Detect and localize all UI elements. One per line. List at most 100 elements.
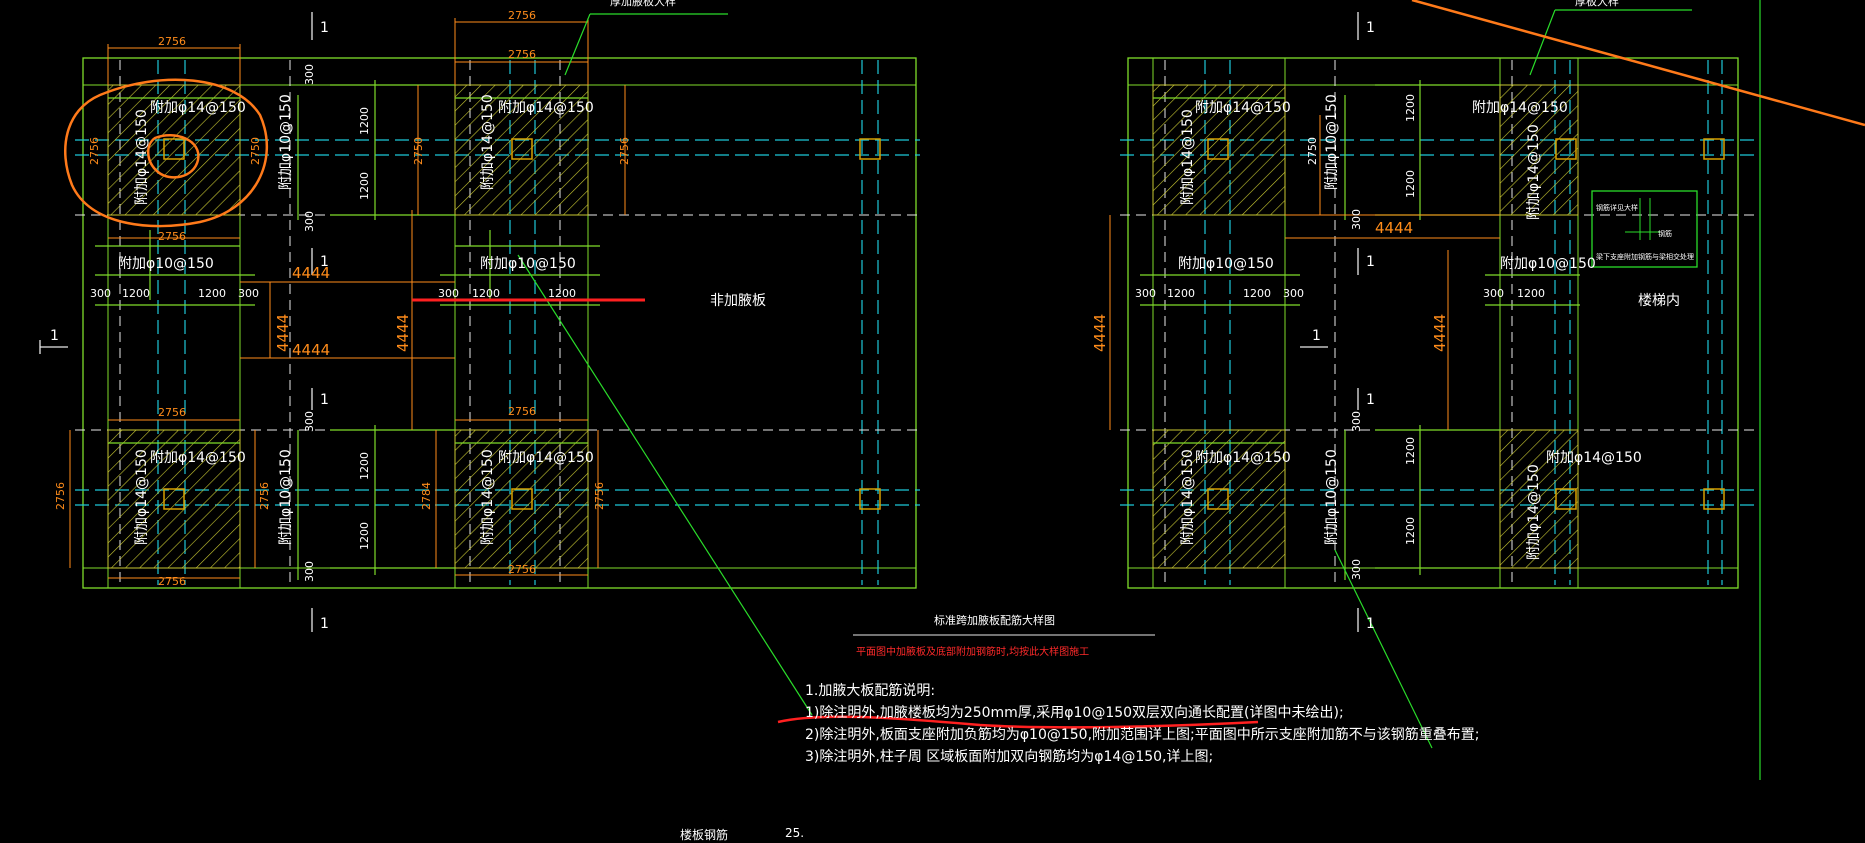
rebar-label: 附加φ14@150 (1472, 100, 1568, 116)
dim-4444: 4444 (274, 314, 292, 352)
rebar-label: 附加φ14@150 (480, 449, 496, 545)
dim-2756: 2756 (158, 35, 186, 48)
note-line: 1.加腋大板配筋说明: (805, 683, 936, 699)
rebar-label: 附加φ14@150 (498, 100, 594, 116)
section-mark: 1 (1312, 328, 1321, 344)
plan-subtitle: 平面图中加腋板及底部附加钢筋时,均按此大样图施工 (856, 647, 1090, 658)
dim-2750: 2750 (249, 137, 262, 165)
dim-2756: 2756 (54, 482, 67, 510)
left-plan: 2756 2756 2756 2756 2756 2756 2756 2756 … (39, 0, 920, 716)
rebar-label: 附加φ10@150 (480, 256, 576, 272)
dim-300: 300 (303, 561, 316, 582)
note-line: 2)除注明外,板面支座附加负筋均为φ10@150,附加范围详上图;平面图中所示支… (805, 727, 1480, 743)
detail-box: 钢筋详见大样 钢筋 梁下支座附加钢筋与梁相交处理 (1591, 190, 1698, 268)
plan-title: 标准跨加腋板配筋大样图 (934, 614, 1055, 627)
dim-2756: 2756 (158, 230, 186, 243)
section-mark: 1 (320, 392, 329, 408)
rebar-label: 附加φ14@150 (150, 450, 246, 466)
dim-300: 300 (303, 411, 316, 432)
dim-1200: 1200 (358, 107, 371, 135)
dim-4444: 4444 (292, 341, 330, 359)
dim-4444: 4444 (1375, 219, 1413, 237)
rebar-label: 附加φ14@150 (134, 449, 150, 545)
leader-label: 厚加腋板大样 (610, 0, 676, 8)
rebar-label: 附加φ10@150 (1324, 94, 1340, 190)
rebar-label: 附加φ10@150 (1324, 449, 1340, 545)
dim-300: 300 (1350, 209, 1363, 230)
dim-1200: 1200 (1404, 170, 1417, 198)
dim-4444: 4444 (1091, 314, 1109, 352)
dim-300: 300 (1283, 287, 1304, 300)
rebar-label: 附加φ14@150 (498, 450, 594, 466)
dim-2756: 2756 (158, 406, 186, 419)
dim-2756: 2756 (258, 482, 271, 510)
dim-4444: 4444 (394, 314, 412, 352)
dim-300: 300 (1350, 559, 1363, 580)
left-hatch-zones (107, 84, 589, 569)
dim-1200: 1200 (548, 287, 576, 300)
notes-block: 1.加腋大板配筋说明: 1)除注明外,加腋楼板均为250mm厚,采用φ10@15… (805, 680, 1479, 768)
dim-300: 300 (1135, 287, 1156, 300)
section-mark: 1 (1366, 616, 1375, 632)
dim-300: 300 (303, 211, 316, 232)
dim-2756: 2756 (508, 48, 536, 61)
note-line: 3)除注明外,柱子周 区域板面附加双向钢筋均为φ14@150,详上图; (805, 749, 1214, 765)
section-mark: 1 (1366, 392, 1375, 408)
section-mark: 1 (320, 616, 329, 632)
section-mark: 1 (320, 254, 329, 270)
rebar-label: 附加φ10@150 (1500, 256, 1596, 272)
dim-1200: 1200 (1243, 287, 1271, 300)
dim-2750: 2750 (1306, 137, 1319, 165)
dim-2784: 2784 (420, 482, 433, 510)
rebar-label: 附加φ14@150 (150, 100, 246, 116)
rebar-label: 附加φ14@150 (1526, 124, 1542, 220)
dim-2756: 2756 (88, 137, 101, 165)
dim-2756: 2756 (158, 575, 186, 588)
detail-box-mid-text: 钢筋 (1658, 229, 1672, 238)
section-mark: 1 (50, 328, 59, 344)
rebar-label: 附加φ14@150 (480, 94, 496, 190)
rebar-label: 附加φ14@150 (1526, 464, 1542, 560)
dim-2756: 2756 (593, 482, 606, 510)
dim-1200: 1200 (1167, 287, 1195, 300)
rebar-label: 附加φ14@150 (1546, 450, 1642, 466)
dim-2756: 2756 (508, 9, 536, 22)
rebar-label: 附加φ14@150 (1180, 109, 1196, 205)
section-mark: 1 (1366, 20, 1375, 36)
section-mark: 1 (1366, 254, 1375, 270)
dim-300: 300 (90, 287, 111, 300)
dim-2756: 2756 (618, 137, 631, 165)
dim-1200: 1200 (358, 522, 371, 550)
dim-1200: 1200 (1404, 94, 1417, 122)
stair-inner-label: 楼梯内 (1638, 293, 1680, 309)
no-thicken-label: 非加腋板 (710, 293, 766, 309)
rebar-label: 附加φ10@150 (1178, 256, 1274, 272)
rebar-label: 附加φ14@150 (1195, 450, 1291, 466)
leader-label: 厚板大样 (1575, 0, 1619, 8)
dim-2756: 2756 (508, 563, 536, 576)
dim-300: 300 (1350, 411, 1363, 432)
dim-2750: 2750 (412, 137, 425, 165)
dim-1200: 1200 (1517, 287, 1545, 300)
bottom-label-2: 25. (785, 826, 805, 840)
dim-300: 300 (1483, 287, 1504, 300)
dim-1200: 1200 (358, 452, 371, 480)
rebar-label: 附加φ10@150 (278, 94, 294, 190)
rebar-label: 附加φ10@150 (118, 256, 214, 272)
section-mark: 1 (320, 20, 329, 36)
dim-2756: 2756 (508, 405, 536, 418)
dim-300: 300 (303, 64, 316, 85)
rebar-label: 附加φ14@150 (1195, 100, 1291, 116)
dim-1200: 1200 (122, 287, 150, 300)
rebar-label: 附加φ14@150 (1180, 449, 1196, 545)
dim-1200: 1200 (472, 287, 500, 300)
dim-1200: 1200 (1404, 517, 1417, 545)
right-hatch-zones (1152, 84, 1579, 569)
detail-box-bottom-text: 梁下支座附加钢筋与梁相交处理 (1596, 252, 1694, 261)
dim-300: 300 (238, 287, 259, 300)
dim-300: 300 (438, 287, 459, 300)
note-line: 1)除注明外,加腋楼板均为250mm厚,采用φ10@150双层双向通长配置(详图… (805, 705, 1344, 721)
right-plan: 钢筋详见大样 钢筋 梁下支座附加钢筋与梁相交处理 4444 4444 4444 … (1091, 0, 1865, 780)
bottom-label: 楼板钢筋 (680, 828, 729, 842)
dim-1200: 1200 (358, 172, 371, 200)
